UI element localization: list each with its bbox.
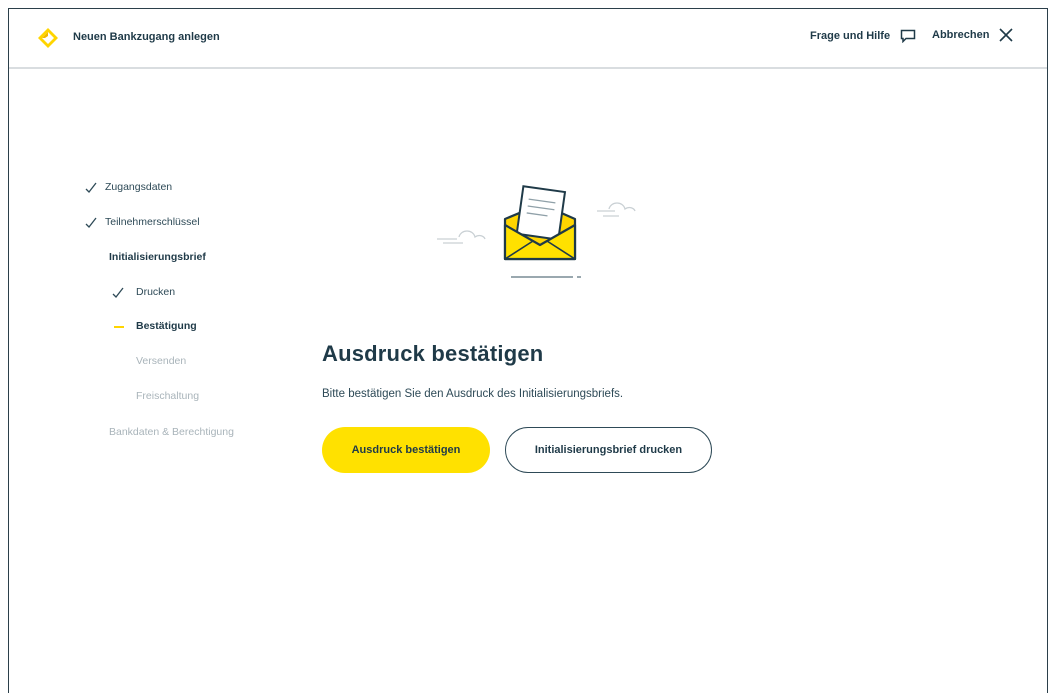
- app-window: Neuen Bankzugang anlegen Frage und Hilfe…: [8, 8, 1048, 693]
- step-label: Freischaltung: [136, 390, 200, 402]
- content-description: Bitte bestätigen Sie den Ausdruck des In…: [322, 388, 624, 400]
- substep-versenden: Versenden: [136, 355, 186, 367]
- help-link[interactable]: Frage und Hilfe: [810, 29, 916, 43]
- checkmark-icon: [112, 287, 124, 298]
- step-label: Teilnehmerschlüssel: [105, 216, 200, 228]
- step-label: Bestätigung: [136, 320, 197, 332]
- help-label: Frage und Hilfe: [810, 30, 891, 42]
- step-label: Initialisierungsbrief: [109, 251, 206, 263]
- chat-bubble-icon: [900, 29, 916, 43]
- content-heading: Ausdruck bestätigen: [322, 341, 544, 366]
- print-letter-button[interactable]: Initialisierungsbrief drucken: [505, 427, 712, 473]
- envelope-letter-icon: [437, 185, 636, 278]
- cancel-label: Abbrechen: [932, 29, 990, 41]
- cancel-button[interactable]: Abbrechen: [932, 28, 1014, 42]
- active-step-marker: [114, 326, 124, 328]
- step-zugangsdaten[interactable]: Zugangsdaten: [85, 181, 172, 193]
- top-bar: Neuen Bankzugang anlegen Frage und Hilfe…: [9, 9, 1047, 69]
- step-label: Zugangsdaten: [105, 181, 173, 193]
- page-title: Neuen Bankzugang anlegen: [73, 31, 220, 43]
- step-label: Versenden: [136, 355, 187, 367]
- confirm-print-button[interactable]: Ausdruck bestätigen: [322, 427, 490, 473]
- checkmark-icon: [85, 217, 97, 228]
- step-teilnehmerschluessel[interactable]: Teilnehmerschlüssel: [85, 216, 200, 228]
- commerzbank-logo-icon: [38, 28, 58, 48]
- substep-bestaetigung[interactable]: Bestätigung: [114, 320, 197, 332]
- step-group-initialisierungsbrief[interactable]: Initialisierungsbrief: [109, 251, 206, 263]
- substep-freischaltung: Freischaltung: [136, 390, 199, 402]
- step-label: Drucken: [136, 286, 176, 298]
- close-icon: [999, 28, 1014, 42]
- checkmark-icon: [85, 182, 97, 193]
- substep-drucken[interactable]: Drucken: [112, 286, 175, 298]
- step-bankdaten-berechtigung: Bankdaten & Berechtigung: [109, 426, 234, 438]
- step-label: Bankdaten & Berechtigung: [109, 426, 234, 438]
